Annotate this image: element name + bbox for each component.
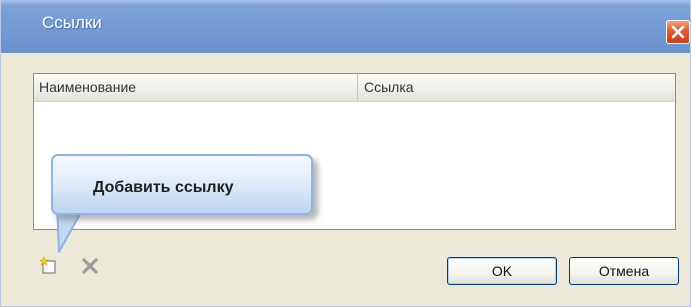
column-header-link[interactable]: Ссылка (359, 74, 675, 101)
add-link-icon[interactable] (39, 255, 59, 275)
close-button[interactable] (666, 20, 690, 44)
column-header-name[interactable]: Наименование (34, 74, 358, 101)
ok-button[interactable]: OK (447, 257, 557, 285)
close-icon (671, 25, 685, 39)
dialog-title: Ссылки (42, 13, 102, 32)
table-header: Наименование Ссылка (34, 74, 675, 102)
links-dialog: Ссылки Наименование Ссылка Добавить ссыл… (0, 0, 691, 307)
add-link-tooltip: Добавить ссылку (51, 154, 313, 215)
tooltip-text: Добавить ссылку (93, 179, 234, 196)
title-bar[interactable]: Ссылки (1, 0, 690, 53)
cancel-button[interactable]: Отмена (569, 257, 679, 285)
delete-link-icon[interactable] (80, 256, 100, 276)
